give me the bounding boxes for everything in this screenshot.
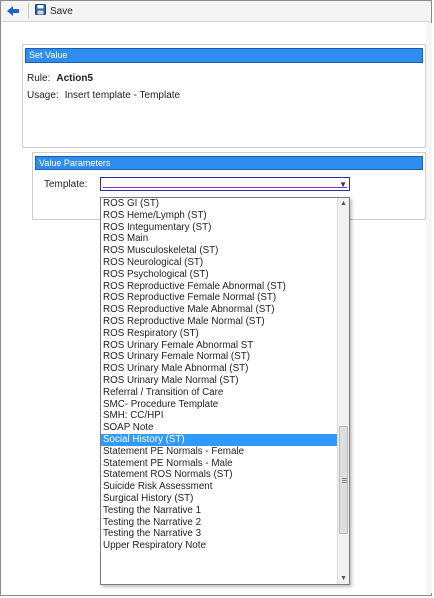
dropdown-option[interactable]: ROS Neurological (ST) — [101, 257, 338, 269]
dropdown-option[interactable]: ROS Reproductive Female Normal (ST) — [101, 292, 338, 304]
focus-underline — [103, 187, 347, 188]
dropdown-option[interactable]: ROS Respiratory (ST) — [101, 328, 338, 340]
dropdown-option[interactable]: ROS Reproductive Female Abnormal (ST) — [101, 281, 338, 293]
save-button-label: Save — [50, 5, 73, 17]
page-scrollbar[interactable] — [426, 23, 432, 593]
dropdown-option[interactable]: Testing the Narrative 1 — [101, 505, 338, 517]
rule-row: Rule: Action5 — [23, 73, 425, 84]
template-label: Template: — [44, 179, 88, 190]
usage-row: Usage: Insert template - Template — [23, 90, 425, 101]
dropdown-option[interactable]: Upper Respiratory Note — [101, 540, 338, 552]
dropdown-option[interactable]: ROS Reproductive Male Normal (ST) — [101, 316, 338, 328]
dropdown-scrollbar[interactable]: ▲ ▼ — [337, 198, 349, 584]
back-arrow-icon[interactable] — [4, 2, 22, 20]
dropdown-option[interactable]: Statement PE Normals - Male — [101, 458, 338, 470]
template-select[interactable]: ▼ — [100, 177, 350, 191]
set-value-panel-header: Set Value — [25, 48, 423, 63]
rule-label: Rule: — [27, 73, 51, 84]
dropdown-option[interactable]: Statement PE Normals - Female — [101, 446, 338, 458]
set-value-panel: Set Value Rule: Action5 Usage: Insert temp… — [22, 44, 426, 148]
scroll-up-arrow-icon[interactable]: ▲ — [338, 198, 349, 209]
chevron-down-icon[interactable]: ▼ — [339, 180, 347, 189]
dropdown-option[interactable]: ROS Urinary Female Abnormal ST — [101, 340, 338, 352]
rule-value: Action5 — [56, 73, 94, 84]
thumb-grip — [342, 480, 347, 481]
dropdown-option[interactable]: ROS Urinary Male Normal (ST) — [101, 375, 338, 387]
save-button[interactable]: Save — [35, 4, 73, 18]
dropdown-option[interactable]: ROS GI (ST) — [101, 198, 338, 210]
dropdown-option[interactable]: Social History (ST) — [101, 433, 338, 446]
dropdown-items: ROS GI (ST) ROS Heme/Lymph (ST) ROS Integu… — [101, 198, 338, 552]
dropdown-option[interactable]: SOAP Note — [101, 422, 338, 434]
dropdown-option[interactable]: Testing the Narrative 2 — [101, 517, 338, 529]
dropdown-option[interactable]: Referral / Transition of Care — [101, 387, 338, 399]
dropdown-option[interactable]: ROS Urinary Female Normal (ST) — [101, 351, 338, 363]
scrollbar-thumb[interactable] — [339, 426, 348, 534]
usage-value: Insert template - Template — [64, 90, 181, 101]
dropdown-option[interactable]: ROS Psychological (ST) — [101, 269, 338, 281]
floppy-disk-icon — [35, 4, 46, 18]
dropdown-option[interactable]: ROS Integumentary (ST) — [101, 222, 338, 234]
thumb-grip — [342, 482, 347, 483]
value-parameters-header: Value Parameters — [35, 156, 423, 170]
dropdown-option[interactable]: SMC- Procedure Template — [101, 399, 338, 411]
dropdown-option[interactable]: Surgical History (ST) — [101, 493, 338, 505]
dropdown-option[interactable]: SMH: CC/HPI — [101, 410, 338, 422]
dropdown-option[interactable]: Statement ROS Normals (ST) — [101, 469, 338, 481]
dropdown-option[interactable]: Testing the Narrative 3 — [101, 528, 338, 540]
scroll-down-arrow-icon[interactable]: ▼ — [338, 573, 349, 584]
dropdown-option[interactable]: ROS Reproductive Male Abnormal (ST) — [101, 304, 338, 316]
toolbar-separator — [28, 3, 29, 19]
dropdown-option[interactable]: ROS Urinary Male Abnormal (ST) — [101, 363, 338, 375]
template-dropdown-list[interactable]: ROS GI (ST) ROS Heme/Lymph (ST) ROS Integu… — [100, 197, 350, 585]
dropdown-option[interactable]: ROS Heme/Lymph (ST) — [101, 210, 338, 222]
dropdown-option[interactable]: Suicide Risk Assessment — [101, 481, 338, 493]
thumb-grip — [342, 478, 347, 479]
usage-label: Usage: — [27, 90, 59, 101]
dropdown-option[interactable]: ROS Musculoskeletal (ST) — [101, 245, 338, 257]
dropdown-option[interactable]: ROS Main — [101, 233, 338, 245]
toolbar: Save — [1, 1, 431, 22]
